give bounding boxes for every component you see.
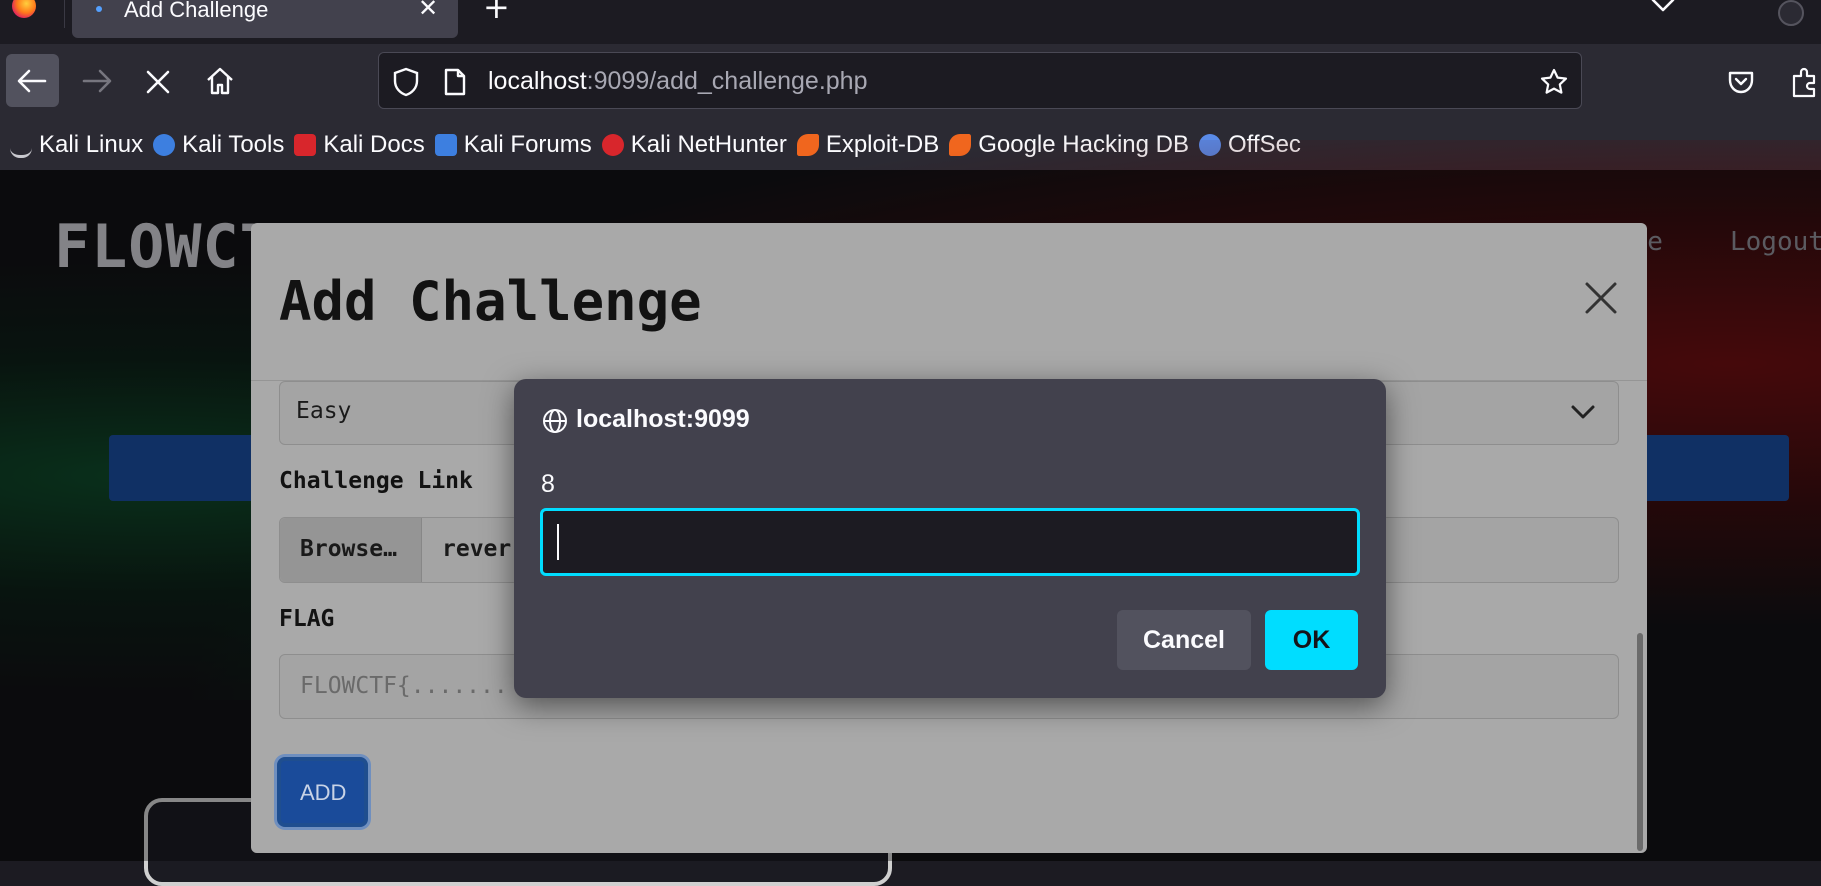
forward-arrow-icon[interactable] <box>80 68 114 94</box>
new-tab-button[interactable]: + <box>483 0 510 24</box>
home-icon[interactable] <box>205 66 235 96</box>
extensions-icon[interactable] <box>1790 66 1820 98</box>
list-all-tabs-icon[interactable] <box>1648 0 1678 20</box>
difficulty-value: Easy <box>296 398 352 424</box>
chevron-down-icon <box>1571 405 1595 419</box>
add-button-label: ADD <box>300 780 347 805</box>
back-arrow-icon <box>17 69 47 93</box>
flag-label: FLAG <box>279 606 335 632</box>
modal-title: Add Challenge <box>279 270 702 333</box>
tab-separator <box>64 0 65 28</box>
tracking-shield-icon[interactable] <box>393 67 419 97</box>
url-path: :9099/add_challenge.php <box>586 67 868 95</box>
tab-title: Add Challenge <box>124 0 269 22</box>
page-info-icon[interactable] <box>443 68 467 96</box>
prompt-message: 8 <box>541 470 555 498</box>
bookmark-star-icon[interactable] <box>1539 67 1569 97</box>
tab-close-icon[interactable]: ✕ <box>418 0 438 23</box>
text-caret <box>557 524 559 560</box>
ok-button[interactable]: OK <box>1265 610 1358 670</box>
pocket-icon[interactable] <box>1727 68 1755 96</box>
modal-scrollbar[interactable] <box>1637 633 1643 851</box>
prompt-origin: localhost:9099 <box>576 405 750 433</box>
modal-close-icon[interactable] <box>1583 280 1619 316</box>
url-text[interactable]: localhost:9099/add_challenge.php <box>488 64 867 98</box>
prompt-input[interactable] <box>540 508 1360 576</box>
cancel-button[interactable]: Cancel <box>1117 610 1251 670</box>
globe-icon <box>543 409 567 433</box>
url-host: localhost <box>488 67 587 95</box>
account-icon[interactable] <box>1778 0 1804 26</box>
selected-file-name: rever <box>442 536 512 562</box>
flag-placeholder: FLOWCTF{....... <box>300 673 508 699</box>
stop-icon[interactable] <box>145 69 171 95</box>
browse-button-label: Browse… <box>300 536 397 562</box>
challenge-link-label: Challenge Link <box>279 468 473 494</box>
tab-loading-icon <box>96 6 102 12</box>
